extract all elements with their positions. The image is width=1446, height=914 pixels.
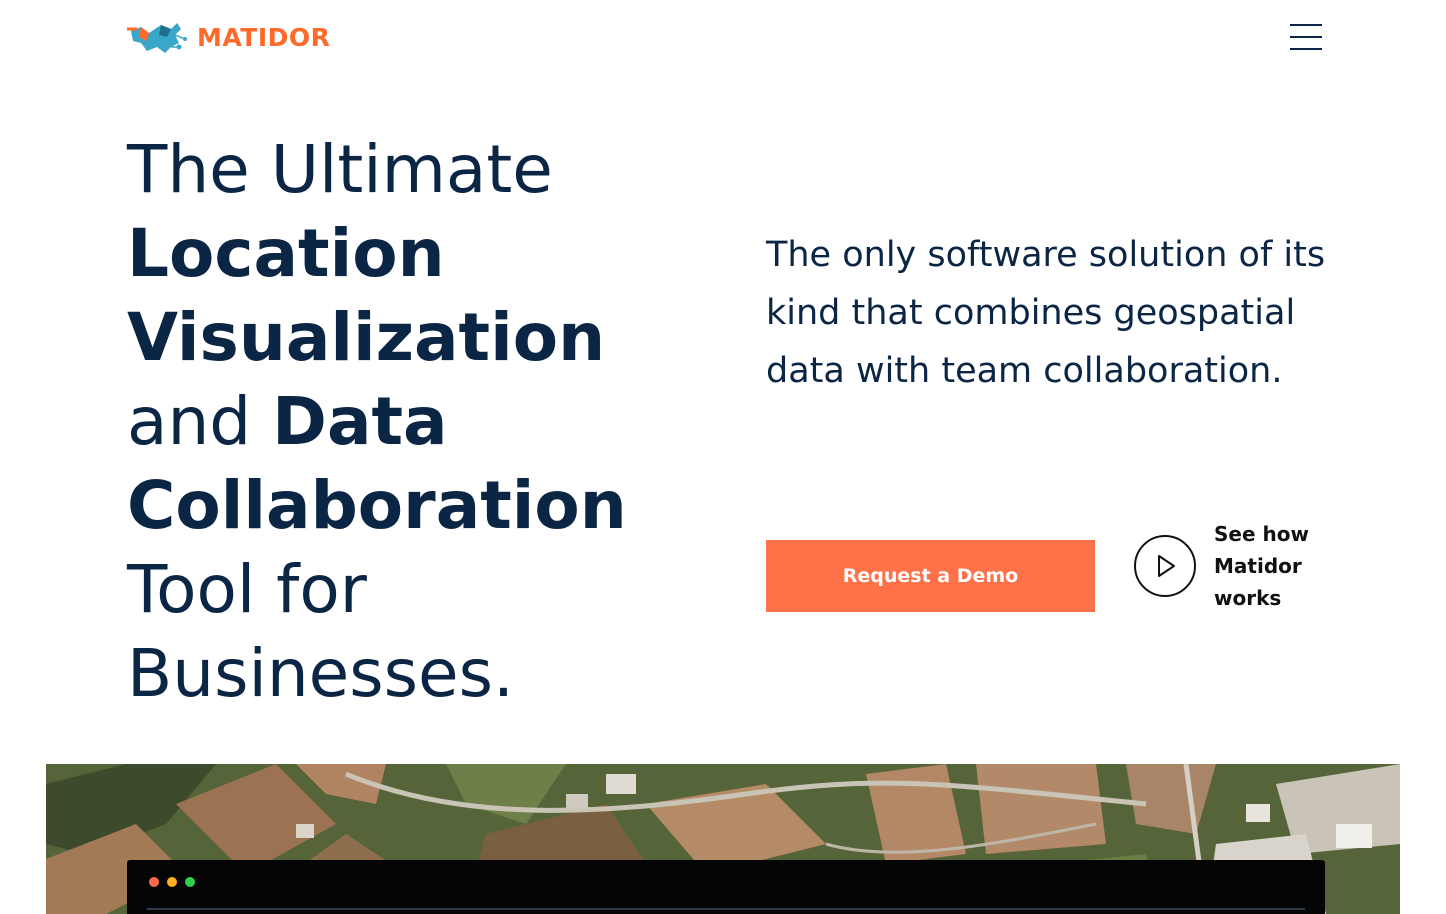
brand-logo[interactable]: MATIDOR: [127, 16, 330, 58]
headline-line: The Ultimate: [127, 131, 553, 208]
headline-bold: Visualization: [127, 299, 606, 376]
headline-line: Tool for: [127, 551, 367, 628]
see-how-video-link[interactable]: See how Matidor works: [1134, 518, 1314, 614]
app-preview-window: [127, 860, 1325, 914]
window-dot-maximize: [185, 877, 195, 887]
headline-bold: Data: [272, 383, 448, 460]
landing-page: MATIDOR The Ultimate Location Visualizat…: [0, 0, 1446, 914]
video-link-label[interactable]: See how Matidor works: [1214, 518, 1314, 614]
bull-logo-icon: [127, 23, 187, 53]
window-controls: [149, 877, 195, 887]
headline-line: and Data: [127, 380, 727, 464]
headline-line: Collaboration: [127, 464, 727, 548]
video-link-line: works: [1214, 586, 1282, 610]
play-triangle-icon: [1158, 555, 1175, 577]
hero-tagline: The only software solution of its kind t…: [766, 235, 1326, 391]
video-link-line: See how: [1214, 522, 1309, 546]
headline-line: Businesses.: [127, 635, 515, 712]
video-link-line: Matidor: [1214, 554, 1302, 578]
headline-regular: and: [127, 383, 273, 460]
headline-line: Location: [127, 212, 727, 296]
headline-bold: Collaboration: [127, 467, 627, 544]
play-icon[interactable]: [1134, 535, 1196, 597]
menu-bar: [1290, 36, 1322, 38]
brand-name: MATIDOR: [197, 22, 331, 52]
hero-headline: The Ultimate Location Visualization and …: [127, 128, 727, 716]
window-dot-minimize: [167, 877, 177, 887]
headline-line: Visualization: [127, 296, 727, 380]
headline-bold: Location: [127, 215, 445, 292]
menu-bar: [1290, 24, 1322, 26]
hamburger-menu-icon[interactable]: [1290, 24, 1322, 50]
request-demo-button[interactable]: Request a Demo: [766, 540, 1095, 612]
window-dot-close: [149, 877, 159, 887]
app-preview-content: [147, 908, 1305, 914]
menu-bar: [1290, 48, 1322, 50]
